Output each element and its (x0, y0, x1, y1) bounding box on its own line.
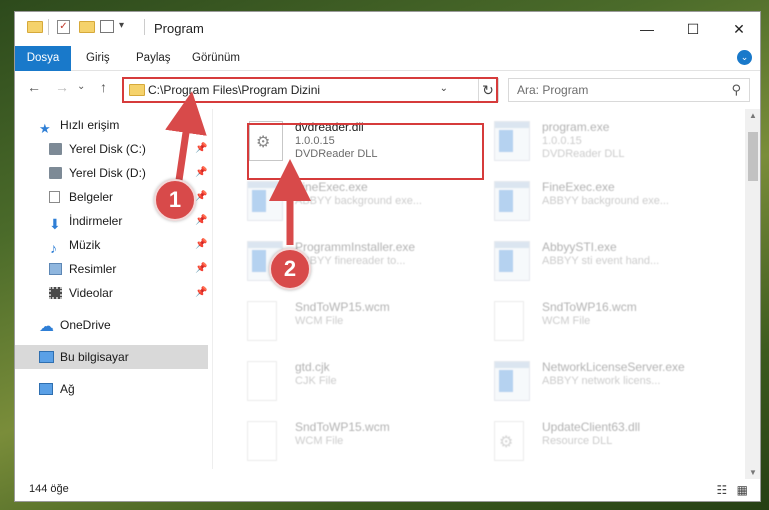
arrow-1 (165, 91, 207, 188)
step-callout-2: 2 (269, 248, 311, 290)
step-callout-1: 1 (154, 179, 196, 221)
annotation-arrows (165, 91, 311, 245)
